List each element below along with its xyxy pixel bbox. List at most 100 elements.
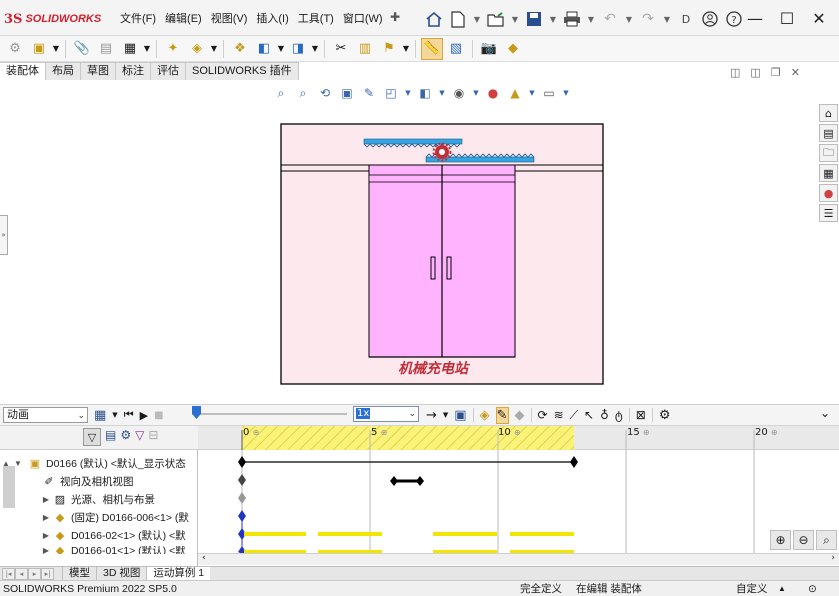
chevron-down-icon[interactable]: ▼ xyxy=(402,38,410,60)
new-document-icon[interactable] xyxy=(448,9,468,29)
chevron-down-icon[interactable]: ▼ xyxy=(438,85,446,101)
chevron-down-icon[interactable]: ▼ xyxy=(404,85,412,101)
tab-markup[interactable]: 标注 xyxy=(116,62,151,80)
overflow-label[interactable]: D xyxy=(676,9,696,29)
chevron-down-icon[interactable]: ▼ xyxy=(277,38,285,60)
chevron-down-icon[interactable]: ▼ xyxy=(472,85,480,101)
filter-driving-icon[interactable]: ▤ xyxy=(105,428,116,446)
pin-icon[interactable]: ✚ xyxy=(390,10,400,24)
chevron-down-icon[interactable]: ▼ xyxy=(472,9,482,29)
tree-row[interactable]: ✐ 视向及相机视图 xyxy=(0,472,196,490)
chevron-down-icon[interactable]: ▼ xyxy=(548,9,558,29)
print-icon[interactable] xyxy=(562,9,582,29)
show-hidden-icon[interactable]: ◈ xyxy=(186,38,208,60)
edit-appearance-icon[interactable]: ● xyxy=(484,85,502,101)
chevron-down-icon[interactable]: ▼ xyxy=(528,85,536,101)
apply-scene-icon[interactable]: ▲ xyxy=(506,85,524,101)
tab-assembly[interactable]: 装配体 xyxy=(0,62,46,80)
tab-model[interactable]: 模型 xyxy=(62,567,96,580)
user-icon[interactable] xyxy=(700,9,720,29)
calculate-icon[interactable]: ▦ xyxy=(94,408,106,423)
add-key-icon[interactable]: ◆ xyxy=(515,408,525,423)
study-properties-icon[interactable]: ⚙ xyxy=(659,408,671,423)
contact-icon[interactable]: ♁ xyxy=(600,408,609,422)
home-icon[interactable] xyxy=(424,9,444,29)
instant3d-icon[interactable]: ⚑ xyxy=(378,38,400,60)
previous-view-icon[interactable]: ⟲ xyxy=(316,85,334,101)
expand-arrow-icon[interactable]: ▶ xyxy=(40,495,52,504)
feature-manager-expand-handle[interactable]: » xyxy=(0,215,8,255)
playback-mode-icon[interactable]: → xyxy=(426,408,437,423)
mate-icon[interactable]: ▣ xyxy=(28,38,50,60)
tab-3d-view[interactable]: 3D 视图 xyxy=(96,567,146,580)
chevron-down-icon[interactable]: ▼ xyxy=(210,38,218,60)
force-icon[interactable]: ↖ xyxy=(584,408,594,422)
zoom-fit-timeline-icon[interactable]: ⌕ xyxy=(816,530,837,550)
tree-row[interactable]: ▶ ◆ D0166-02<1> (默认) <默 xyxy=(0,526,196,544)
last-tab-icon[interactable]: ▸| xyxy=(41,568,54,580)
zoom-in-timeline-icon[interactable]: ⊕ xyxy=(770,530,791,550)
menu-window[interactable]: 窗口(W) xyxy=(341,10,390,28)
chevron-down-icon[interactable]: ▼ xyxy=(443,411,448,419)
scroll-left-icon[interactable]: ‹ xyxy=(202,553,206,563)
playback-speed-select[interactable]: 1x ⌄ xyxy=(353,406,419,422)
undo-icon[interactable]: ↶ xyxy=(600,9,620,29)
autokey-icon[interactable]: ✎ xyxy=(495,406,509,424)
zoom-to-fit-icon[interactable]: ⌕ xyxy=(272,85,290,101)
appearances-icon[interactable]: ● xyxy=(819,184,838,202)
open-folder-icon[interactable] xyxy=(486,9,506,29)
expand-arrow-icon[interactable]: ▶ xyxy=(40,546,52,554)
menu-insert[interactable]: 插入(I) xyxy=(254,10,295,28)
exploded-view-icon[interactable]: ▥ xyxy=(354,38,376,60)
solidworks-logo[interactable]: 3S SOLIDWORKS xyxy=(4,10,101,28)
spring-icon[interactable]: ≋ xyxy=(554,408,564,422)
assembly-features-icon[interactable]: ❖ xyxy=(229,38,251,60)
chevron-down-icon[interactable]: ▼ xyxy=(510,9,520,29)
animation-wizard-icon[interactable]: ◈ xyxy=(480,408,490,423)
assembly-visualization-icon[interactable]: ▧ xyxy=(445,38,467,60)
results-plots-icon[interactable]: ⊠ xyxy=(636,408,646,422)
filter-collapse-icon[interactable]: ⊟ xyxy=(148,428,158,446)
redo-icon[interactable]: ↷ xyxy=(638,9,658,29)
restore-icon[interactable]: ❐ xyxy=(771,66,781,79)
first-tab-icon[interactable]: |◂ xyxy=(2,568,15,580)
chevron-down-icon[interactable]: ▼ xyxy=(586,9,596,29)
new-motion-study-icon[interactable]: ◨ xyxy=(287,38,309,60)
collapse-left-icon[interactable]: ◫ xyxy=(730,66,740,79)
tab-motion-study-1[interactable]: 运动算例 1 xyxy=(146,567,211,580)
display-style-icon[interactable]: ◧ xyxy=(416,85,434,101)
view-orientation-icon[interactable]: ◰ xyxy=(382,85,400,101)
playback-slider-track[interactable] xyxy=(192,413,347,415)
zoom-out-timeline-icon[interactable]: ⊖ xyxy=(793,530,814,550)
design-library-icon[interactable]: ▤ xyxy=(819,124,838,142)
chevron-down-icon[interactable]: ▼ xyxy=(624,9,634,29)
chevron-down-icon[interactable]: ▼ xyxy=(562,85,570,101)
collapse-motion-manager-icon[interactable]: ⌄ xyxy=(820,406,830,420)
tab-evaluate[interactable]: 评估 xyxy=(151,62,186,80)
menu-edit[interactable]: 编辑(E) xyxy=(163,10,209,28)
section-view-icon[interactable]: ▣ xyxy=(338,85,356,101)
prev-tab-icon[interactable]: ◂ xyxy=(15,568,28,580)
save-icon[interactable] xyxy=(524,9,544,29)
chevron-down-icon[interactable]: ▼ xyxy=(112,411,117,419)
view-palette-icon[interactable]: ▦ xyxy=(819,164,838,182)
play-from-start-icon[interactable]: ⏮ xyxy=(124,408,134,422)
damper-icon[interactable]: ⟋ xyxy=(570,408,578,423)
chevron-down-icon[interactable]: ▼ xyxy=(662,9,672,29)
tree-row[interactable]: ▶ ▨ 光源、相机与布景 xyxy=(0,490,196,508)
tab-solidworks-addins[interactable]: SOLIDWORKS 插件 xyxy=(186,62,299,80)
tree-row[interactable]: ▲ ▼ ▣ D0166 (默认) <默认_显示状态 xyxy=(0,454,196,472)
paperclip-icon[interactable]: 📎 xyxy=(71,38,93,60)
play-icon[interactable]: ▶ xyxy=(140,409,148,422)
maximize-icon[interactable]: ☐ xyxy=(771,6,803,30)
reference-geometry-icon[interactable]: ◧ xyxy=(253,38,275,60)
expand-arrow-icon[interactable]: ▶ xyxy=(40,531,52,540)
timeline-horizontal-scrollbar[interactable]: ‹ › xyxy=(198,553,839,565)
zoom-to-area-icon[interactable]: ⌕ xyxy=(294,85,312,101)
motor-icon[interactable]: ⟳ xyxy=(538,408,548,422)
chevron-down-icon[interactable]: ▼ xyxy=(143,38,151,60)
tab-layout[interactable]: 布局 xyxy=(46,62,81,80)
move-component-icon[interactable]: ✦ xyxy=(162,38,184,60)
view-settings-icon[interactable]: ▭ xyxy=(540,85,558,101)
menu-view[interactable]: 视图(V) xyxy=(209,10,255,28)
